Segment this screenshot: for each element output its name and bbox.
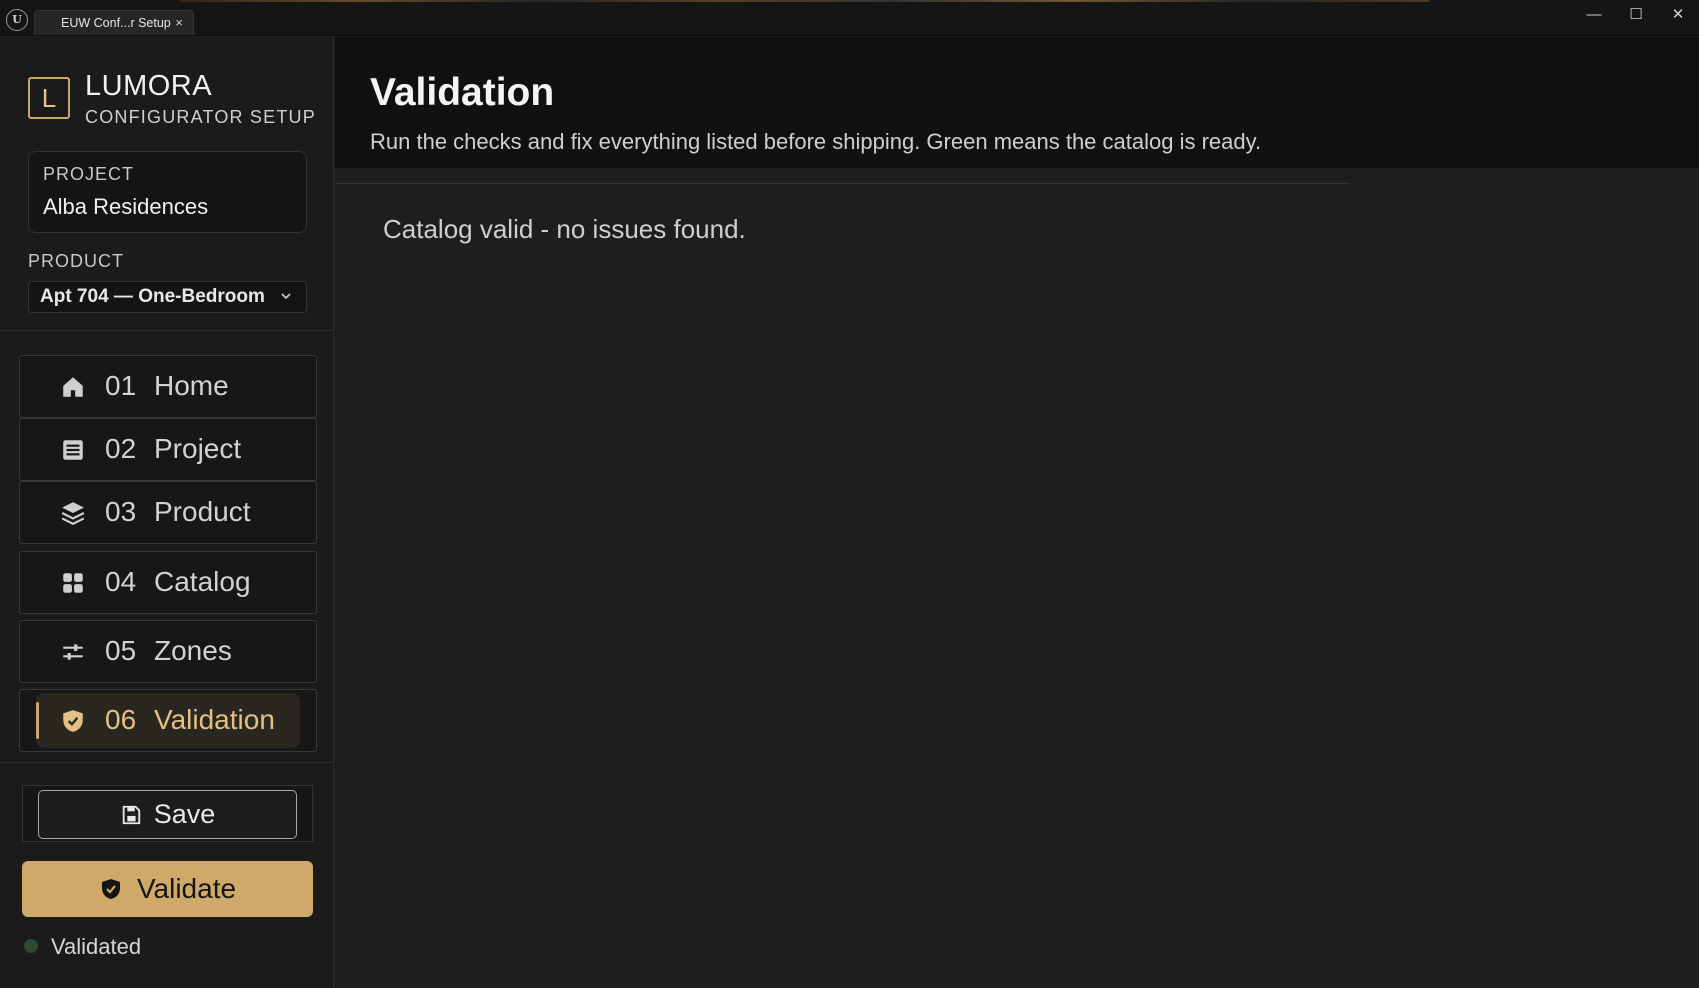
- app-window: U EUW Conf...r Setup × — ☐ ✕ L LUMORA CO…: [0, 0, 1699, 988]
- nav-item-label: Project: [154, 433, 242, 464]
- project-card: PROJECT Alba Residences: [28, 151, 307, 233]
- list-icon: [60, 437, 86, 463]
- brand-subtitle: CONFIGURATOR SETUP: [85, 107, 316, 127]
- chevron-down-icon: [280, 282, 292, 312]
- title-bar: U EUW Conf...r Setup × — ☐ ✕: [0, 0, 1699, 36]
- sidebar-divider: [0, 330, 333, 331]
- project-label: PROJECT: [43, 164, 135, 184]
- sliders-icon: [60, 639, 86, 665]
- nav-item-label: Validation: [154, 704, 275, 735]
- nav-item-project[interactable]: 02 Project: [19, 418, 317, 481]
- save-button-label: Save: [153, 799, 216, 829]
- validation-status: Validated: [24, 934, 141, 960]
- save-icon: [122, 805, 140, 825]
- validate-button-label: Validate: [136, 873, 237, 904]
- project-name: Alba Residences: [43, 194, 209, 219]
- grid-icon: [60, 570, 86, 596]
- nav-item-catalog[interactable]: 04 Catalog: [19, 551, 317, 614]
- nav-item-product[interactable]: 03 Product: [19, 481, 317, 544]
- editor-tab-title: EUW Conf...r Setup: [61, 16, 171, 30]
- nav-item-number: 04: [105, 566, 137, 597]
- status-text: Validated: [51, 934, 142, 959]
- minimize-button[interactable]: —: [1573, 0, 1615, 32]
- shield-check-icon: [101, 879, 120, 899]
- layers-icon: [60, 500, 86, 526]
- page-header: Validation Run the checks and fix everyt…: [335, 37, 1699, 168]
- product-dropdown[interactable]: Apt 704 — One-Bedroom: [28, 281, 307, 313]
- home-icon: [60, 374, 86, 400]
- close-window-button[interactable]: ✕: [1657, 0, 1699, 32]
- product-label: PRODUCT: [28, 251, 124, 271]
- save-container: Save: [22, 785, 313, 842]
- brand-name: LUMORA: [85, 70, 213, 102]
- nav-item-number: 01: [105, 370, 137, 401]
- sidebar: L LUMORA CONFIGURATOR SETUP PROJECT Alba…: [0, 37, 334, 988]
- maximize-button[interactable]: ☐: [1615, 0, 1657, 32]
- content-divider: [335, 183, 1350, 184]
- nav-item-number: 03: [105, 496, 137, 527]
- nav-item-label: Home: [154, 370, 229, 401]
- tab-close-icon[interactable]: ×: [175, 11, 183, 35]
- title-bar-strip: [180, 0, 1430, 2]
- nav-item-zones[interactable]: 05 Zones: [19, 620, 317, 683]
- sidebar-divider: [0, 762, 333, 763]
- nav-item-home[interactable]: 01 Home: [19, 355, 317, 418]
- validate-button[interactable]: Validate: [22, 861, 313, 917]
- active-indicator: [36, 702, 39, 739]
- nav-item-number: 02: [105, 433, 137, 464]
- nav-item-number: 06: [105, 704, 137, 735]
- nav-item-label: Product: [154, 496, 251, 527]
- status-dot: [24, 939, 38, 953]
- nav-item-number: 05: [105, 635, 137, 666]
- save-button[interactable]: Save: [38, 790, 297, 839]
- page-subtitle: Run the checks and fix everything listed…: [370, 129, 1262, 154]
- nav-item-validation[interactable]: 06 Validation: [19, 689, 317, 752]
- page-title: Validation: [370, 71, 555, 114]
- nav-item-label: Catalog: [154, 566, 251, 597]
- validation-result-message: Catalog valid - no issues found.: [383, 214, 746, 244]
- shield-check-icon: [60, 708, 86, 734]
- engine-logo-icon: U: [6, 9, 28, 31]
- brand-logo: L: [28, 77, 70, 119]
- product-selected-value: Apt 704 — One-Bedroom: [40, 286, 265, 307]
- nav-item-label: Zones: [154, 635, 232, 666]
- editor-tab[interactable]: EUW Conf...r Setup ×: [34, 10, 194, 35]
- window-controls: — ☐ ✕: [1573, 0, 1699, 32]
